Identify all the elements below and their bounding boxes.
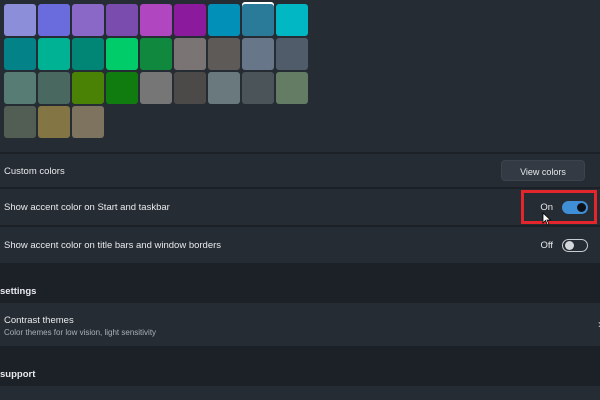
contrast-themes-subtitle: Color themes for low vision, light sensi… bbox=[4, 328, 157, 337]
color-swatch[interactable] bbox=[38, 4, 70, 36]
color-swatch[interactable] bbox=[276, 4, 308, 36]
color-swatch[interactable] bbox=[72, 38, 104, 70]
color-swatch[interactable] bbox=[174, 4, 206, 36]
personalization-colors-page: Custom colors View colors Show accent co… bbox=[0, 0, 600, 400]
color-swatch[interactable] bbox=[106, 38, 138, 70]
accent-title-bars-state: Off bbox=[540, 240, 554, 251]
accent-start-taskbar-toggle[interactable] bbox=[562, 201, 588, 214]
color-swatch[interactable] bbox=[4, 106, 36, 138]
color-swatch[interactable] bbox=[242, 4, 274, 36]
color-swatch[interactable] bbox=[106, 4, 138, 36]
contrast-themes-row[interactable]: Contrast themes Color themes for low vis… bbox=[0, 303, 600, 346]
color-swatch[interactable] bbox=[242, 38, 274, 70]
color-swatch[interactable] bbox=[174, 72, 206, 104]
color-swatch[interactable] bbox=[140, 38, 172, 70]
toggle-knob bbox=[577, 203, 586, 212]
toggle-knob bbox=[565, 241, 574, 250]
color-swatch[interactable] bbox=[208, 72, 240, 104]
color-swatch[interactable] bbox=[276, 72, 308, 104]
view-colors-button[interactable]: View colors bbox=[501, 160, 585, 181]
accent-color-grid-card bbox=[0, 0, 600, 152]
accent-title-bars-label: Show accent color on title bars and wind… bbox=[4, 240, 222, 251]
color-swatch[interactable] bbox=[276, 38, 308, 70]
accent-color-grid bbox=[4, 4, 316, 144]
color-swatch[interactable] bbox=[106, 72, 138, 104]
custom-colors-row: Custom colors View colors bbox=[0, 154, 600, 187]
related-support-header: support bbox=[0, 369, 36, 380]
color-swatch[interactable] bbox=[140, 72, 172, 104]
color-swatch[interactable] bbox=[38, 106, 70, 138]
color-swatch[interactable] bbox=[140, 4, 172, 36]
color-swatch[interactable] bbox=[242, 72, 274, 104]
color-swatch[interactable] bbox=[38, 38, 70, 70]
contrast-themes-title: Contrast themes bbox=[4, 315, 74, 326]
color-swatch[interactable] bbox=[72, 106, 104, 138]
color-swatch[interactable] bbox=[4, 38, 36, 70]
custom-colors-label: Custom colors bbox=[4, 166, 65, 177]
color-swatch[interactable] bbox=[208, 4, 240, 36]
accent-title-bars-toggle[interactable] bbox=[562, 239, 588, 252]
color-swatch[interactable] bbox=[174, 38, 206, 70]
color-swatch[interactable] bbox=[38, 72, 70, 104]
color-swatch[interactable] bbox=[72, 72, 104, 104]
color-swatch[interactable] bbox=[4, 4, 36, 36]
accent-start-taskbar-label: Show accent color on Start and taskbar bbox=[4, 202, 170, 213]
support-row bbox=[0, 386, 600, 400]
accent-title-bars-row: Show accent color on title bars and wind… bbox=[0, 227, 600, 263]
accent-start-taskbar-row: Show accent color on Start and taskbar O… bbox=[0, 189, 600, 225]
related-settings-header: settings bbox=[0, 286, 37, 297]
color-swatch[interactable] bbox=[4, 72, 36, 104]
color-swatch[interactable] bbox=[72, 4, 104, 36]
color-swatch[interactable] bbox=[208, 38, 240, 70]
